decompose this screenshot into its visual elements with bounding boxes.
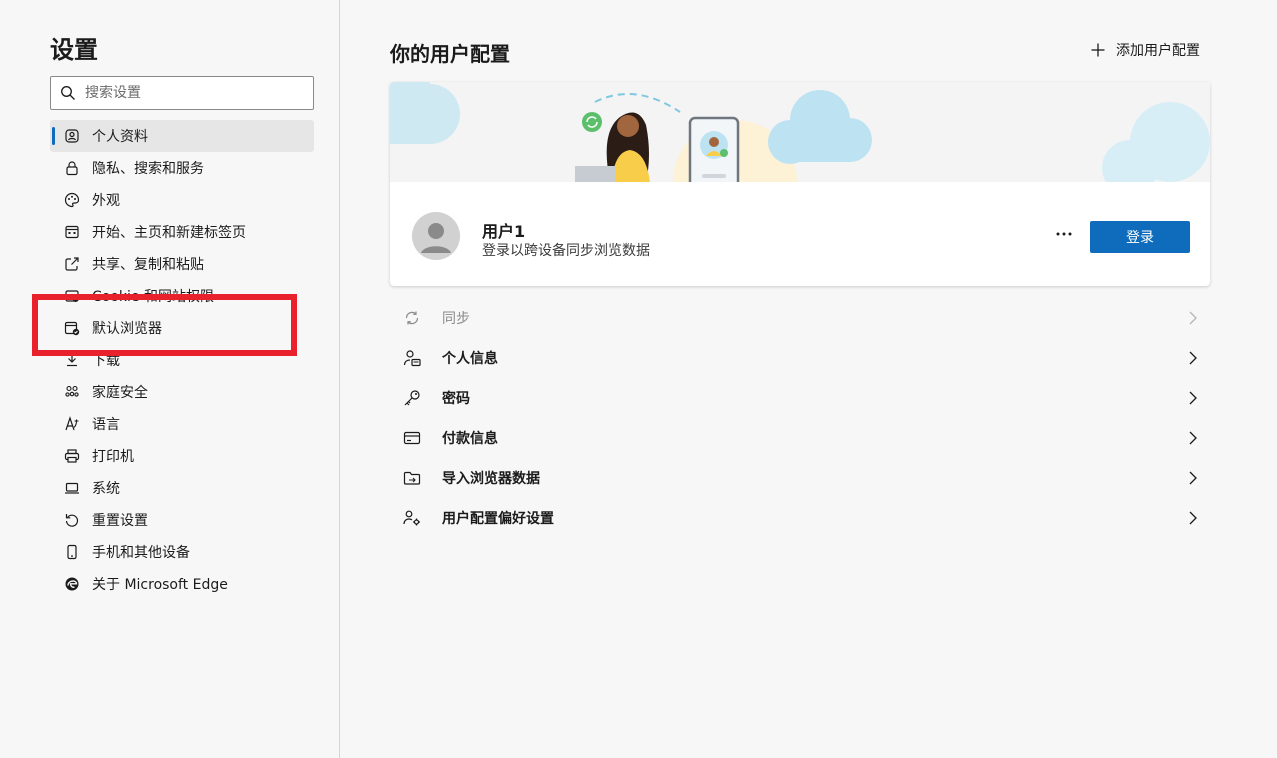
add-profile-label: 添加用户配置 xyxy=(1116,43,1200,59)
sidebar-item-printers[interactable]: 打印机 xyxy=(50,440,314,472)
sidebar-item-appearance[interactable]: 外观 xyxy=(50,184,314,216)
sidebar-item-reset[interactable]: 重置设置 xyxy=(50,504,314,536)
page-title: 你的用户配置 xyxy=(390,42,510,66)
profile-card: 用户1 登录以跨设备同步浏览数据 登录 xyxy=(390,82,1210,286)
family-icon xyxy=(64,384,80,400)
cookie-permissions-icon xyxy=(64,288,80,304)
sign-in-button[interactable]: 登录 xyxy=(1090,221,1190,253)
more-icon xyxy=(1056,232,1072,236)
row-label: 同步 xyxy=(442,311,470,327)
sidebar-item-cookies[interactable]: Cookie 和网站权限 xyxy=(50,280,314,312)
sidebar-item-label: 外观 xyxy=(92,193,120,209)
profile-banner-illustration xyxy=(390,82,1210,182)
more-options-button[interactable] xyxy=(1052,222,1076,246)
phone-icon xyxy=(64,544,80,560)
sidebar-item-start-home[interactable]: 开始、主页和新建标签页 xyxy=(50,216,314,248)
credit-card-icon xyxy=(402,428,422,448)
sidebar-item-label: 打印机 xyxy=(92,449,134,465)
key-icon xyxy=(402,388,422,408)
plus-icon xyxy=(1090,42,1106,58)
people-settings-icon xyxy=(402,508,422,528)
row-label: 导入浏览器数据 xyxy=(442,471,540,487)
sidebar-item-label: 手机和其他设备 xyxy=(92,545,190,561)
row-label: 用户配置偏好设置 xyxy=(442,511,554,527)
edge-logo-icon xyxy=(64,576,80,592)
row-personal-info[interactable]: 个人信息 xyxy=(390,338,1210,378)
sidebar-item-downloads[interactable]: 下载 xyxy=(50,344,314,376)
sidebar-item-label: 系统 xyxy=(92,481,120,497)
sidebar-item-label: 下载 xyxy=(92,353,120,369)
sidebar-item-label: 默认浏览器 xyxy=(92,321,162,337)
sidebar-item-label: 隐私、搜索和服务 xyxy=(92,161,204,177)
search-icon xyxy=(51,76,85,110)
row-label: 个人信息 xyxy=(442,351,498,367)
chevron-right-icon xyxy=(1188,509,1198,531)
sidebar-item-share[interactable]: 共享、复制和粘贴 xyxy=(50,248,314,280)
search-input[interactable] xyxy=(85,85,305,101)
sidebar-title: 设置 xyxy=(50,36,98,64)
default-browser-icon xyxy=(64,320,80,336)
sidebar-item-about[interactable]: 关于 Microsoft Edge xyxy=(50,568,314,600)
person-card-icon xyxy=(402,348,422,368)
row-payment-info[interactable]: 付款信息 xyxy=(390,418,1210,458)
row-import-data[interactable]: 导入浏览器数据 xyxy=(390,458,1210,498)
sidebar-item-label: 开始、主页和新建标签页 xyxy=(92,225,246,241)
chevron-right-icon xyxy=(1188,349,1198,371)
download-icon xyxy=(64,352,80,368)
palette-icon xyxy=(64,192,80,208)
sidebar-item-label: 家庭安全 xyxy=(92,385,148,401)
sidebar-item-profile[interactable]: 个人资料 xyxy=(50,120,314,152)
profile-icon xyxy=(64,128,80,144)
row-label: 密码 xyxy=(442,391,470,407)
row-sync[interactable]: 同步 xyxy=(390,298,1210,338)
chevron-right-icon xyxy=(1188,389,1198,411)
laptop-icon xyxy=(64,480,80,496)
sidebar-item-privacy[interactable]: 隐私、搜索和服务 xyxy=(50,152,314,184)
sidebar: 设置 个人资料 隐私、搜索和服务 外观 开始、主页和新建标签页 共享、复制和粘贴 xyxy=(0,0,340,758)
row-profile-preferences[interactable]: 用户配置偏好设置 xyxy=(390,498,1210,538)
profile-settings-list: 同步 个人信息 密码 付款信息 导入浏览器数据 用户配置偏好设置 xyxy=(390,298,1210,538)
sidebar-item-phone[interactable]: 手机和其他设备 xyxy=(50,536,314,568)
sidebar-item-label: 关于 Microsoft Edge xyxy=(92,577,228,593)
sidebar-nav: 个人资料 隐私、搜索和服务 外观 开始、主页和新建标签页 共享、复制和粘贴 Co… xyxy=(50,120,314,600)
profile-name: 用户1 xyxy=(482,222,526,241)
printer-icon xyxy=(64,448,80,464)
search-box[interactable] xyxy=(50,76,314,110)
sidebar-item-family[interactable]: 家庭安全 xyxy=(50,376,314,408)
profile-row: 用户1 登录以跨设备同步浏览数据 登录 xyxy=(390,182,1210,286)
sync-icon xyxy=(402,308,422,328)
add-profile-button[interactable]: 添加用户配置 xyxy=(1090,40,1200,60)
import-folder-icon xyxy=(402,468,422,488)
avatar xyxy=(412,212,460,260)
sidebar-item-label: 个人资料 xyxy=(92,129,148,145)
profile-subtitle: 登录以跨设备同步浏览数据 xyxy=(482,243,650,259)
row-label: 付款信息 xyxy=(442,431,498,447)
chevron-right-icon xyxy=(1188,469,1198,491)
chevron-right-icon xyxy=(1188,429,1198,451)
chevron-right-icon xyxy=(1188,309,1198,331)
sidebar-item-label: 重置设置 xyxy=(92,513,148,529)
row-passwords[interactable]: 密码 xyxy=(390,378,1210,418)
sidebar-item-label: Cookie 和网站权限 xyxy=(92,289,214,305)
language-icon xyxy=(64,416,80,432)
home-tabs-icon xyxy=(64,224,80,240)
lock-icon xyxy=(64,160,80,176)
sidebar-item-system[interactable]: 系统 xyxy=(50,472,314,504)
share-icon xyxy=(64,256,80,272)
sidebar-item-language[interactable]: 语言 xyxy=(50,408,314,440)
sidebar-item-label: 语言 xyxy=(92,417,120,433)
sidebar-item-label: 共享、复制和粘贴 xyxy=(92,257,204,273)
reset-icon xyxy=(64,512,80,528)
sidebar-item-default-browser[interactable]: 默认浏览器 xyxy=(50,312,314,344)
